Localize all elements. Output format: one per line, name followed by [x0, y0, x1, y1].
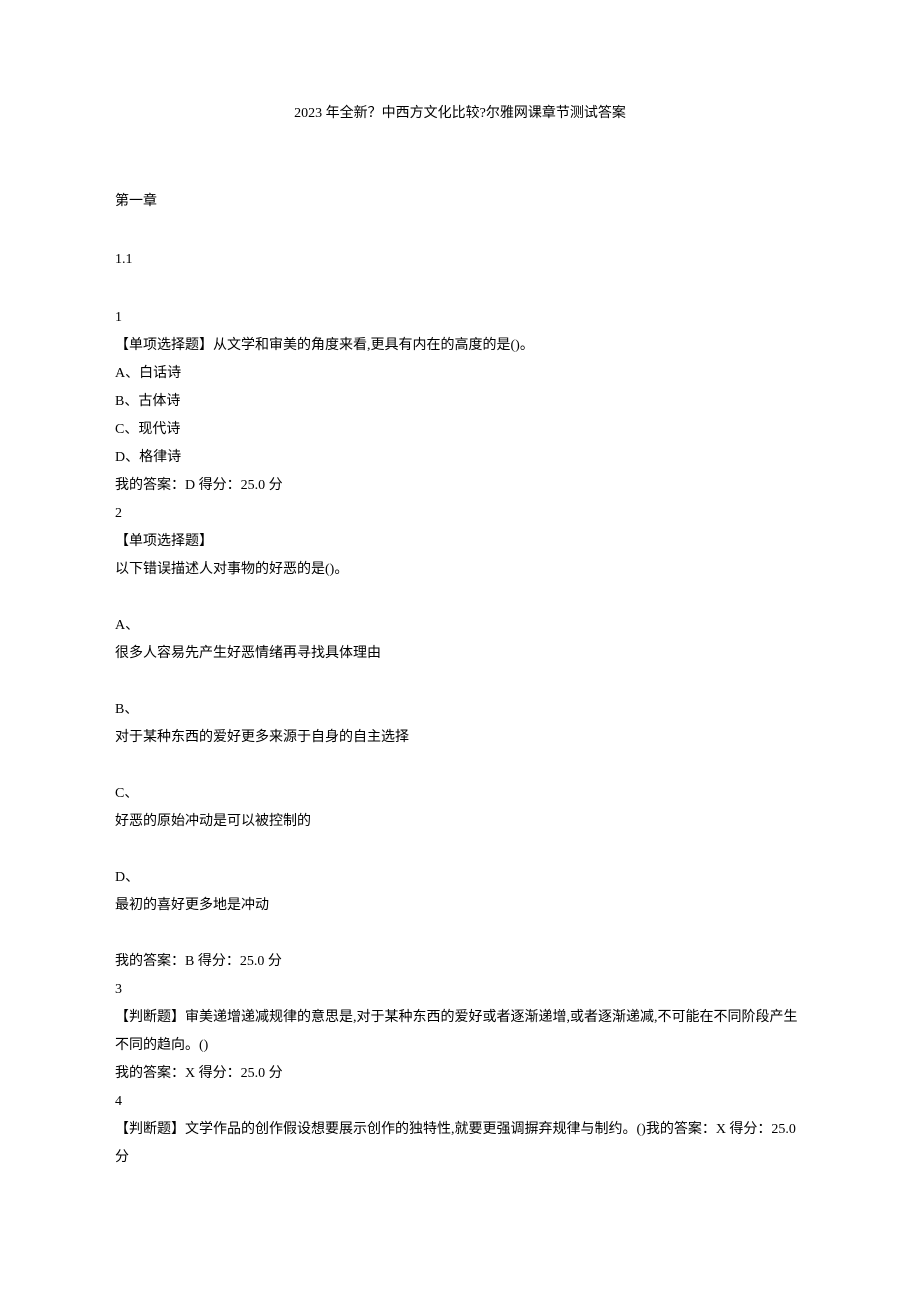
q2-number: 2	[115, 500, 805, 528]
q3-stem: 【判断题】审美递增递减规律的意思是,对于某种东西的爱好或者逐渐递增,或者逐渐递减…	[115, 1004, 805, 1060]
q1-option-a: A、白话诗	[115, 360, 805, 388]
q1-option-d: D、格律诗	[115, 444, 805, 472]
spacer	[115, 836, 805, 864]
q2-type: 【单项选择题】	[115, 528, 805, 556]
spacer	[115, 752, 805, 780]
q2-b-text: 对于某种东西的爱好更多来源于自身的自主选择	[115, 724, 805, 752]
q2-stem: 以下错误描述人对事物的好恶的是()。	[115, 556, 805, 584]
spacer	[115, 584, 805, 612]
q1-option-c: C、现代诗	[115, 416, 805, 444]
q2-answer: 我的答案：B 得分：25.0 分	[115, 948, 805, 976]
q4-stem: 【判断题】文学作品的创作假设想要展示创作的独特性,就要更强调摒弃规律与制约。()…	[115, 1116, 805, 1172]
q2-a-label: A、	[115, 612, 805, 640]
q3-answer: 我的答案：X 得分：25.0 分	[115, 1060, 805, 1088]
page-title: 2023 年全新？中西方文化比较?尔雅网课章节测试答案	[115, 100, 805, 128]
spacer	[115, 920, 805, 948]
chapter-heading: 第一章	[115, 188, 805, 216]
q2-c-text: 好恶的原始冲动是可以被控制的	[115, 808, 805, 836]
q1-stem: 【单项选择题】从文学和审美的角度来看,更具有内在的高度的是()。	[115, 332, 805, 360]
q2-a-text: 很多人容易先产生好恶情绪再寻找具体理由	[115, 640, 805, 668]
document-page: 2023 年全新？中西方文化比较?尔雅网课章节测试答案 第一章 1.1 1 【单…	[0, 0, 920, 1252]
q2-b-label: B、	[115, 696, 805, 724]
section-heading: 1.1	[115, 246, 805, 274]
q1-answer: 我的答案：D 得分：25.0 分	[115, 472, 805, 500]
q2-d-label: D、	[115, 864, 805, 892]
q2-d-text: 最初的喜好更多地是冲动	[115, 892, 805, 920]
q4-number: 4	[115, 1088, 805, 1116]
q1-option-b: B、古体诗	[115, 388, 805, 416]
q2-c-label: C、	[115, 780, 805, 808]
spacer	[115, 668, 805, 696]
q3-number: 3	[115, 976, 805, 1004]
q1-number: 1	[115, 304, 805, 332]
